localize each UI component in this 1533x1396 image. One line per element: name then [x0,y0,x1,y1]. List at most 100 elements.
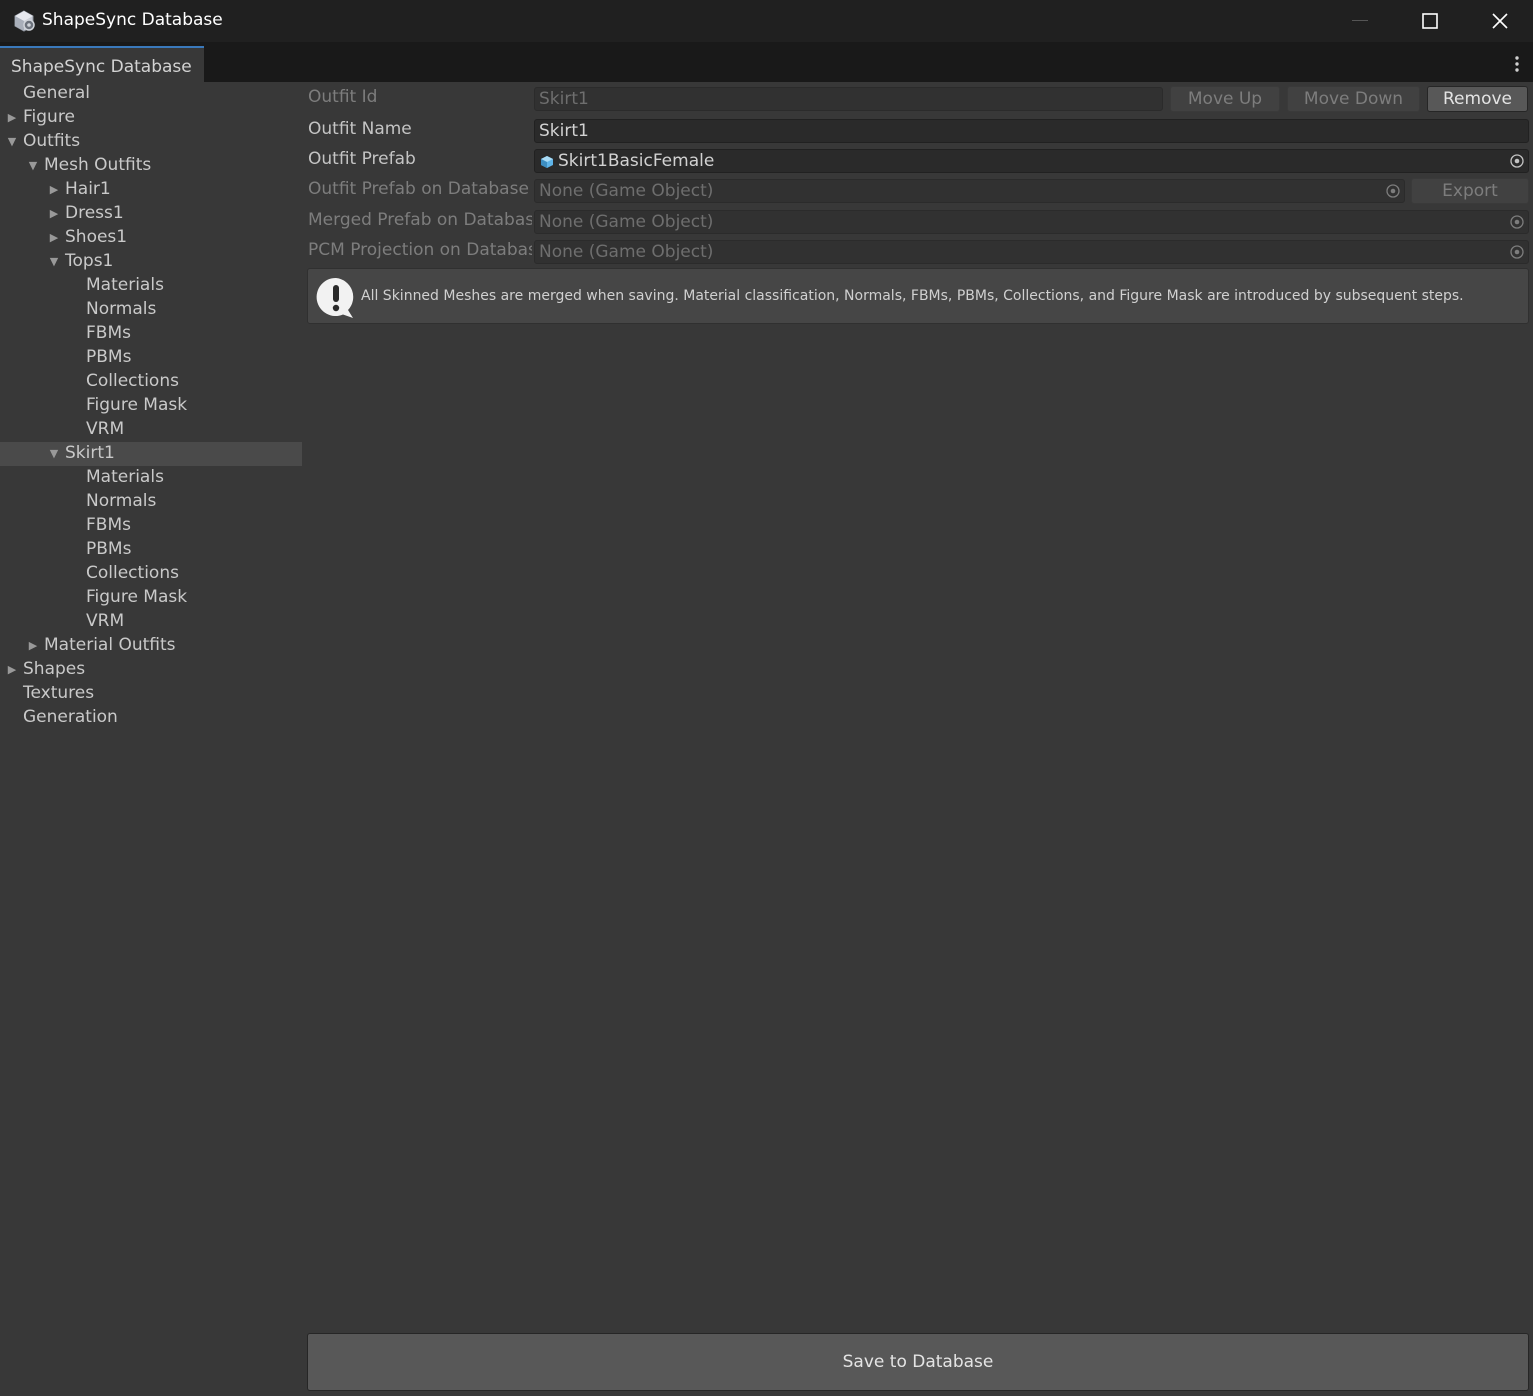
sidebar-item-fbms[interactable]: FBMs [0,322,302,346]
object-picker-icon [1510,245,1524,259]
outfit-prefab-db-value: None (Game Object) [539,181,714,201]
sidebar-item-figure-mask[interactable]: Figure Mask [0,586,302,610]
sidebar-item-label: Shoes1 [65,227,128,247]
sidebar-item-pbms[interactable]: PBMs [0,538,302,562]
outfit-prefab-db-label: Outfit Prefab on Database [308,179,529,199]
outfit-id-label: Outfit Id [308,87,378,107]
sidebar-item-label: VRM [86,611,125,631]
title-bar: ShapeSync Database [0,0,1533,42]
merged-prefab-db-value: None (Game Object) [539,212,714,232]
merged-prefab-db-field: None (Game Object) [534,210,1529,234]
prefab-cube-icon [541,156,553,168]
sidebar-item-normals[interactable]: Normals [0,298,302,322]
maximize-icon [1422,13,1438,29]
sidebar-item-dress1[interactable]: ▶ Dress1 [0,202,302,226]
sidebar-item-figure[interactable]: ▶ Figure [0,106,302,130]
sidebar-item-label: General [23,83,90,103]
sidebar-item-label: Dress1 [65,203,124,223]
save-to-database-button[interactable]: Save to Database [307,1333,1529,1391]
sidebar-item-shapes[interactable]: ▶ Shapes [0,658,302,682]
sidebar-item-label: Normals [86,299,157,319]
sidebar-item-label: PBMs [86,347,132,367]
collapsed-arrow-icon[interactable]: ▶ [48,202,60,226]
sidebar-item-skirt1[interactable]: ▼ Skirt1 [0,442,302,466]
sidebar-item-label: FBMs [86,515,131,535]
close-button[interactable] [1465,0,1533,42]
pcm-projection-db-field: None (Game Object) [534,240,1529,264]
object-picker-icon[interactable] [1510,154,1524,168]
sidebar-item-label: Materials [86,467,164,487]
expanded-arrow-icon[interactable]: ▼ [48,442,60,466]
tab-strip: ShapeSync Database [0,42,1533,82]
maximize-button[interactable] [1395,0,1465,42]
outfit-name-input[interactable]: Skirt1 [534,119,1529,143]
sidebar-item-generation[interactable]: Generation [0,706,302,730]
export-button[interactable]: Export [1411,178,1529,204]
collapsed-arrow-icon[interactable]: ▶ [6,106,18,130]
move-down-button[interactable]: Move Down [1287,86,1420,112]
sidebar-item-figure-mask[interactable]: Figure Mask [0,394,302,418]
outfit-id-value: Skirt1 [539,89,589,109]
merged-prefab-db-label: Merged Prefab on Database [308,210,532,230]
help-message: All Skinned Meshes are merged when savin… [361,288,1464,304]
sidebar-item-label: Collections [86,371,179,391]
warning-speech-bubble-icon [316,277,354,318]
outfit-name-label: Outfit Name [308,119,412,139]
sidebar-item-collections[interactable]: Collections [0,370,302,394]
sidebar-item-pbms[interactable]: PBMs [0,346,302,370]
sidebar-item-fbms[interactable]: FBMs [0,514,302,538]
sidebar-item-materials[interactable]: Materials [0,274,302,298]
sidebar-item-label: Hair1 [65,179,111,199]
sidebar-item-normals[interactable]: Normals [0,490,302,514]
sidebar-item-vrm[interactable]: VRM [0,610,302,634]
object-picker-icon [1510,215,1524,229]
pcm-projection-db-value: None (Game Object) [539,242,714,262]
tab-label: ShapeSync Database [11,57,192,77]
sidebar-item-material-outfits[interactable]: ▶ Material Outfits [0,634,302,658]
move-up-button[interactable]: Move Up [1170,86,1280,112]
sidebar-item-mesh-outfits[interactable]: ▼ Mesh Outfits [0,154,302,178]
sidebar-item-label: Normals [86,491,157,511]
kebab-menu-icon[interactable] [1510,54,1524,74]
sidebar-item-hair1[interactable]: ▶ Hair1 [0,178,302,202]
unity-logo-icon [14,10,35,32]
minimize-icon [1352,20,1368,21]
sidebar-item-tops1[interactable]: ▼ Tops1 [0,250,302,274]
sidebar-tree: General ▶ Figure ▼ Outfits ▼ Mesh Outfits ▶ Hair… [0,82,302,1396]
collapsed-arrow-icon[interactable]: ▶ [27,634,39,658]
sidebar-item-label: VRM [86,419,125,439]
sidebar-item-label: Collections [86,563,179,583]
object-picker-icon [1386,184,1400,198]
collapsed-arrow-icon[interactable]: ▶ [48,178,60,202]
expanded-arrow-icon[interactable]: ▼ [27,154,39,178]
sidebar-item-shoes1[interactable]: ▶ Shoes1 [0,226,302,250]
outfit-prefab-label: Outfit Prefab [308,149,416,169]
sidebar-item-label: Generation [23,707,118,727]
sidebar-item-general[interactable]: General [0,82,302,106]
tab-shapesync-database[interactable]: ShapeSync Database [0,46,204,82]
sidebar-item-textures[interactable]: Textures [0,682,302,706]
close-icon [1492,13,1508,29]
outfit-prefab-field[interactable]: Skirt1BasicFemale [534,149,1529,173]
sidebar-item-label: Materials [86,275,164,295]
info-help-box: All Skinned Meshes are merged when savin… [307,268,1529,324]
sidebar-item-vrm[interactable]: VRM [0,418,302,442]
sidebar-item-outfits[interactable]: ▼ Outfits [0,130,302,154]
sidebar-item-label: Figure [23,107,75,127]
collapsed-arrow-icon[interactable]: ▶ [48,226,60,250]
outfit-prefab-value: Skirt1BasicFemale [558,151,715,171]
expanded-arrow-icon[interactable]: ▼ [6,130,18,154]
minimize-button[interactable] [1325,0,1395,42]
sidebar-item-label: Shapes [23,659,86,679]
sidebar-item-label: Figure Mask [86,587,188,607]
sidebar-item-label: Outfits [23,131,81,151]
sidebar-item-collections[interactable]: Collections [0,562,302,586]
sidebar-item-materials[interactable]: Materials [0,466,302,490]
collapsed-arrow-icon[interactable]: ▶ [6,658,18,682]
sidebar-item-label: PBMs [86,539,132,559]
remove-button[interactable]: Remove [1427,86,1528,112]
sidebar-item-label: Material Outfits [44,635,176,655]
window-title: ShapeSync Database [42,10,223,30]
outfit-id-field: Skirt1 [534,87,1163,111]
expanded-arrow-icon[interactable]: ▼ [48,250,60,274]
